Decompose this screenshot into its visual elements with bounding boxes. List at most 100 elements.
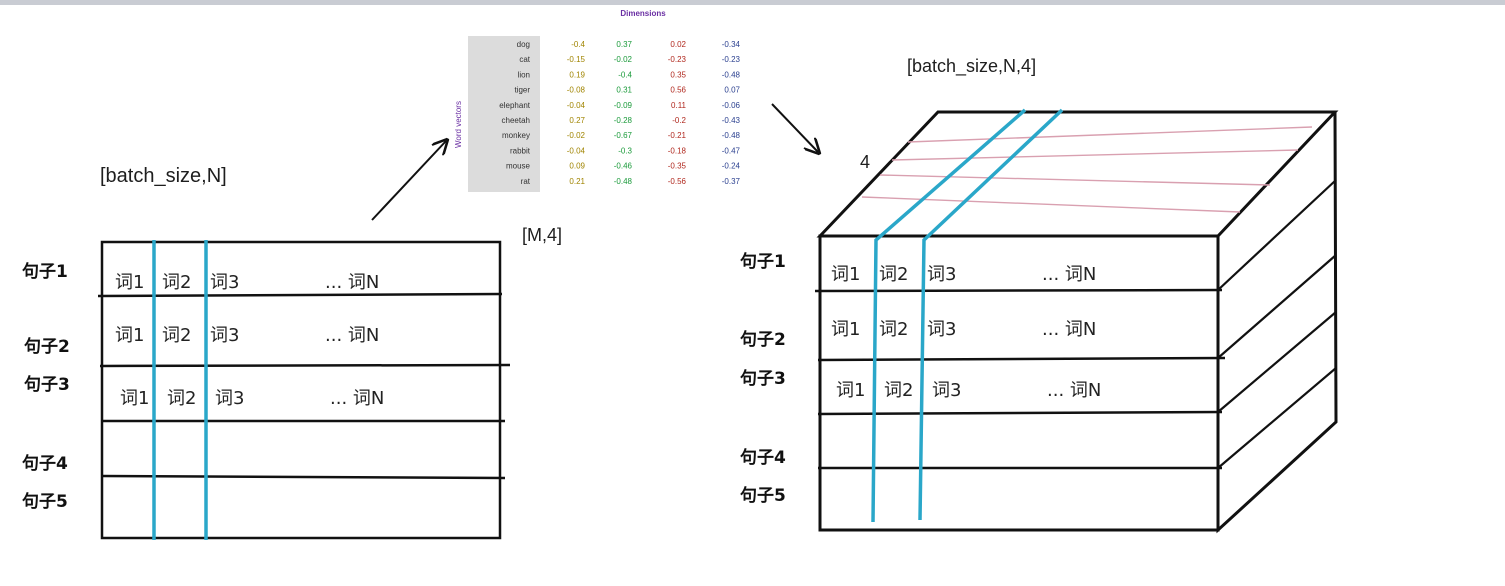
word-vector-value: -0.35 [668, 162, 687, 171]
left-r3-word-1: 词1 [120, 388, 149, 409]
word-vector-value: 0.27 [569, 116, 585, 125]
depth-line-1 [907, 126, 1313, 143]
right-r2-word-n: ... 词N [1042, 319, 1096, 340]
left-r1-word-n: ... 词N [325, 272, 379, 293]
left-row-divider-2 [99, 363, 511, 368]
depth-line-2 [891, 149, 1299, 161]
right-r1-word-n: ... 词N [1042, 264, 1096, 285]
right-sentence-2: 句子2 [740, 329, 786, 350]
word-vector-value: 0.19 [569, 70, 585, 79]
right-shape-label: [batch_size,N,4] [907, 56, 1036, 77]
word-vector-word: monkey [502, 131, 530, 140]
word-vector-value: -0.48 [722, 131, 741, 140]
word-vector-value: 0.37 [616, 40, 632, 49]
right-highlight-line-1 [871, 108, 1027, 523]
word-vector-value: -0.2 [672, 116, 686, 125]
right-row-divider-3 [817, 410, 1223, 416]
word-vector-value: -0.02 [614, 55, 633, 64]
word-vector-value: -0.15 [567, 55, 586, 64]
left-matrix: [batch_size,N] 句子1 句子2 句子3 句子4 句子5 词1 词2… [22, 165, 511, 540]
left-row-divider-1 [97, 292, 503, 298]
word-vector-value: -0.18 [668, 146, 687, 155]
word-vector-word: cheetah [502, 116, 530, 125]
left-r3-word-2: 词2 [167, 388, 196, 409]
left-r1-word-1: 词1 [115, 272, 144, 293]
right-sentence-5: 句子5 [740, 485, 786, 506]
right-r3-word-2: 词2 [884, 380, 913, 401]
word-vector-word: tiger [514, 86, 530, 95]
depth-label: 4 [860, 152, 870, 172]
word-vector-value: -0.3 [618, 146, 632, 155]
left-row-divider-4 [101, 474, 506, 480]
side-divider-2 [1217, 254, 1337, 359]
word-vector-value: -0.24 [722, 162, 741, 171]
word-vector-value: -0.48 [614, 177, 633, 186]
right-r2-word-2: 词2 [879, 319, 908, 340]
left-sentence-4: 句子4 [22, 453, 68, 474]
word-vector-value: -0.34 [722, 40, 741, 49]
word-vector-value: -0.09 [614, 101, 633, 110]
left-sentence-3: 句子3 [24, 374, 70, 395]
right-tensor: [batch_size,N,4] 4 句子1 句子2 句子3 句子4 句子5 词… [740, 56, 1339, 534]
right-r3-word-3: 词3 [932, 380, 961, 401]
word-vector-value: 0.02 [670, 40, 686, 49]
word-vector-value: -0.37 [722, 177, 741, 186]
left-r1-word-2: 词2 [162, 272, 191, 293]
word-vector-value: -0.21 [668, 131, 687, 140]
right-r1-word-3: 词3 [927, 264, 956, 285]
word-vector-value: -0.4 [571, 40, 585, 49]
right-r3-word-1: 词1 [836, 380, 865, 401]
word-vector-value: -0.56 [668, 177, 687, 186]
word-vector-value: -0.46 [614, 162, 633, 171]
word-vector-value: -0.02 [567, 131, 586, 140]
right-sentence-1: 句子1 [740, 251, 786, 272]
side-divider-3 [1217, 311, 1337, 413]
left-sentence-1: 句子1 [22, 261, 68, 282]
right-r2-word-3: 词3 [927, 319, 956, 340]
left-r3-word-n: ... 词N [330, 388, 384, 409]
word-vector-word: cat [519, 55, 530, 64]
word-vector-value: -0.67 [614, 131, 633, 140]
left-r2-word-2: 词2 [162, 325, 191, 346]
word-vector-word: mouse [506, 162, 531, 171]
left-r2-word-3: 词3 [210, 325, 239, 346]
word-vector-value: -0.4 [618, 70, 632, 79]
word-vector-word: lion [518, 70, 530, 79]
word-vectors-axis-label: Word vectors [454, 101, 463, 148]
word-vector-value: -0.04 [567, 101, 586, 110]
side-divider-4 [1217, 367, 1337, 469]
word-vector-word: rabbit [510, 146, 531, 155]
word-vector-value: 0.11 [671, 101, 687, 110]
word-vector-word: dog [517, 40, 530, 49]
right-row-divider-2 [817, 356, 1226, 362]
word-vector-value: -0.04 [567, 146, 586, 155]
left-sentence-5: 句子5 [22, 491, 68, 512]
left-shape-label: [batch_size,N] [100, 165, 227, 187]
word-vector-value: -0.43 [722, 116, 741, 125]
tensor-top-face [816, 110, 1339, 238]
right-r1-word-2: 词2 [879, 264, 908, 285]
word-vector-value: -0.06 [722, 101, 741, 110]
dimensions-title: Dimensions [620, 9, 666, 18]
left-sentence-2: 句子2 [24, 336, 70, 357]
word-vector-value: 0.31 [616, 86, 632, 95]
word-vector-value: 0.07 [724, 86, 740, 95]
word-vector-word: rat [521, 177, 531, 186]
word-vector-value: 0.09 [569, 162, 585, 171]
word-vector-value: -0.47 [722, 146, 741, 155]
right-r3-word-n: ... 词N [1047, 380, 1101, 401]
lookup-arrow-up [371, 141, 446, 221]
left-r3-word-3: 词3 [215, 388, 244, 409]
word-vector-word: elephant [499, 101, 530, 110]
right-r2-word-1: 词1 [831, 319, 860, 340]
right-sentence-4: 句子4 [740, 447, 786, 468]
lookup-arrow-down [771, 103, 818, 152]
left-r2-word-1: 词1 [115, 325, 144, 346]
word-vector-value: -0.23 [722, 55, 741, 64]
side-divider-1 [1217, 179, 1337, 291]
left-r1-word-3: 词3 [210, 272, 239, 293]
word-vector-table: Dimensions Word vectors dog -0.4 0.37 0.02 -… [454, 9, 741, 245]
word-vector-value: 0.21 [569, 177, 585, 186]
right-r1-word-1: 词1 [831, 264, 860, 285]
embedding-shape-label: [M,4] [522, 225, 562, 245]
